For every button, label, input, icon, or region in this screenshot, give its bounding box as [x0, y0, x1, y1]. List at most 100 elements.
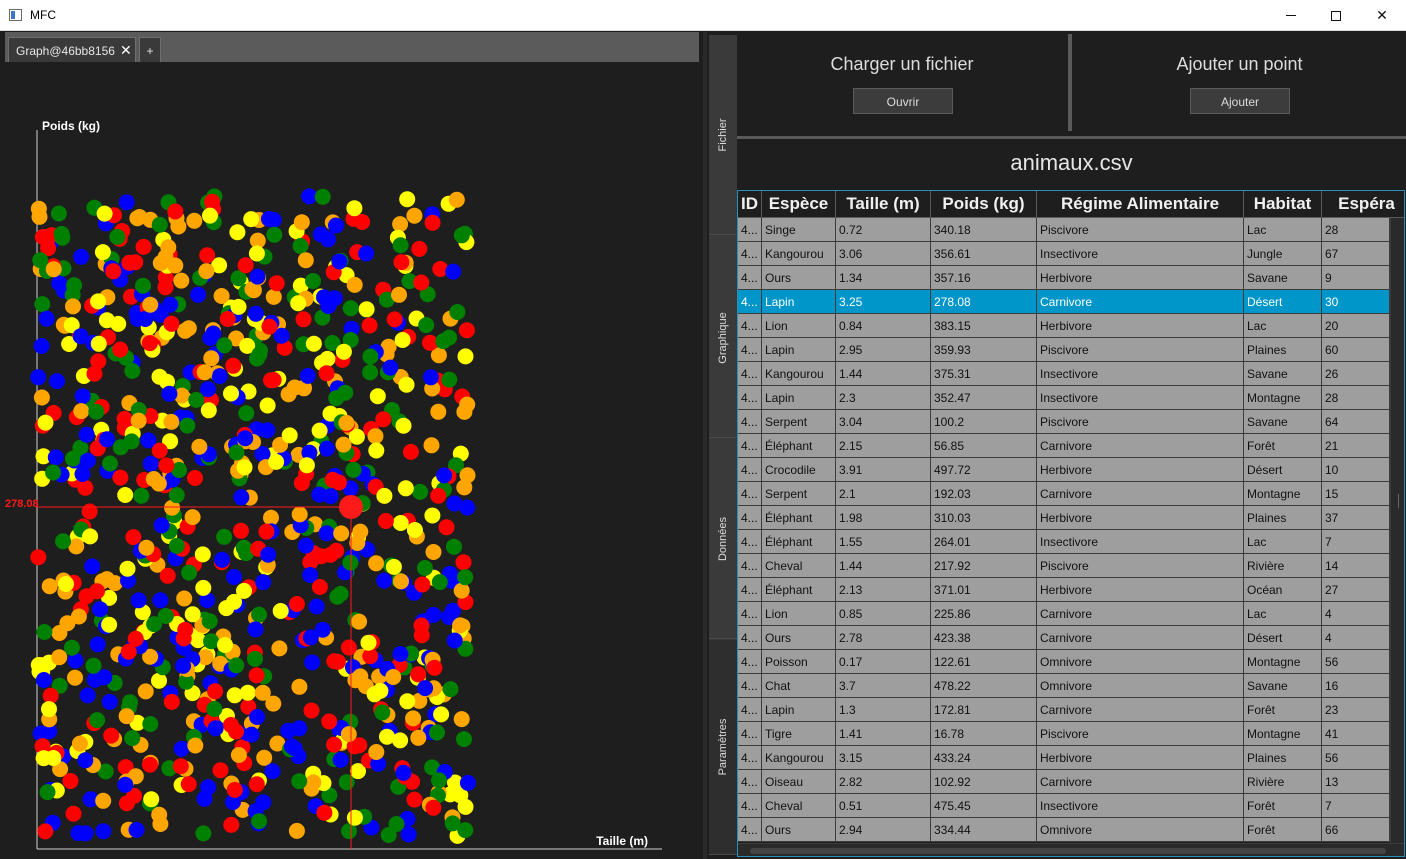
table-row[interactable]: 4... Kangourou 3.15 433.24 Herbivore Plaines 5… [738, 746, 1390, 770]
data-point [73, 248, 90, 265]
table-row[interactable]: 4... Chat 3.7 478.22 Omnivore Savane 16 [738, 674, 1390, 698]
data-point [203, 633, 220, 650]
column-header-esperance[interactable]: Espéra [1322, 191, 1404, 218]
split-pane-divider[interactable] [703, 32, 707, 859]
data-point [150, 475, 167, 492]
data-point [142, 296, 159, 313]
data-point [362, 648, 379, 665]
table-row[interactable]: 4... Ours 1.34 357.16 Herbivore Savane 9 [738, 266, 1390, 290]
data-point [457, 822, 474, 839]
data-point [303, 702, 320, 719]
open-file-button[interactable]: Ouvrir [853, 88, 953, 114]
column-header-taille[interactable]: Taille (m) [836, 191, 931, 218]
table-cell-id: 4... [738, 290, 762, 314]
data-point [163, 315, 180, 332]
table-row[interactable]: 4... Éléphant 1.98 310.03 Herbivore Plaines 37 [738, 506, 1390, 530]
data-point [298, 457, 315, 474]
table-cell-id: 4... [738, 482, 762, 506]
column-header-espece[interactable]: Espèce [762, 191, 836, 218]
maximize-button[interactable] [1313, 0, 1359, 31]
table-row[interactable]: 4... Lion 0.84 383.15 Herbivore Lac 20 [738, 314, 1390, 338]
table-row[interactable]: 4... Éléphant 2.13 371.01 Herbivore Océan 27 [738, 578, 1390, 602]
horizontal-scrollbar[interactable] [738, 843, 1404, 856]
table-row[interactable]: 4... Éléphant 2.15 56.85 Carnivore Forêt 21 [738, 434, 1390, 458]
data-point [368, 442, 385, 459]
column-header-id[interactable]: ID [738, 191, 762, 218]
data-point [456, 479, 473, 496]
data-point [194, 546, 211, 563]
data-point [291, 678, 308, 695]
data-point [142, 455, 159, 472]
data-point [455, 554, 472, 571]
tab-graph[interactable]: Graph@46bb8156 ✕ [8, 37, 136, 62]
table-row[interactable]: 4... Serpent 3.04 100.2 Piscivore Savane 64 [738, 410, 1390, 434]
data-table[interactable]: ID Espèce Taille (m) Poids (kg) Régime Alime… [737, 190, 1405, 857]
table-cell-espece: Ours [762, 626, 836, 650]
table-row[interactable]: 4... Kangourou 3.06 356.61 Insectivore Jungle… [738, 242, 1390, 266]
data-point [173, 272, 190, 289]
table-row[interactable]: 4... Kangourou 1.44 375.31 Insectivore Savane… [738, 362, 1390, 386]
column-header-poids[interactable]: Poids (kg) [931, 191, 1037, 218]
table-row[interactable]: 4... Oiseau 2.82 102.92 Carnivore Rivière 13 [738, 770, 1390, 794]
data-point [392, 216, 409, 233]
table-row[interactable]: 4... Cheval 1.44 217.92 Piscivore Rivière 14 [738, 554, 1390, 578]
table-cell-esperance: 16 [1322, 674, 1390, 698]
data-point [377, 513, 394, 529]
minimize-button[interactable] [1268, 0, 1314, 31]
table-row-selected[interactable]: 4... Lapin 3.25 278.08 Carnivore Désert 30 [738, 290, 1390, 314]
side-tab-donnees[interactable]: Données [709, 439, 737, 639]
table-row[interactable]: 4... Éléphant 1.55 264.01 Insectivore Lac 7 [738, 530, 1390, 554]
data-point [95, 823, 112, 840]
table-row[interactable]: 4... Singe 0.72 340.18 Piscivore Lac 28 [738, 218, 1390, 242]
vertical-scrollbar[interactable] [1390, 218, 1404, 844]
data-point [96, 669, 113, 686]
add-point-button[interactable]: Ajouter [1190, 88, 1290, 114]
data-point [410, 666, 427, 683]
column-header-regime[interactable]: Régime Alimentaire [1037, 191, 1244, 218]
side-tab-fichier[interactable]: Fichier [709, 35, 737, 235]
table-row[interactable]: 4... Lion 0.85 225.86 Carnivore Lac 4 [738, 602, 1390, 626]
column-header-habitat[interactable]: Habitat [1244, 191, 1322, 218]
data-point [133, 487, 150, 504]
data-point [196, 364, 213, 381]
data-point [448, 191, 465, 208]
table-cell-taille: 2.78 [836, 626, 931, 650]
table-row[interactable]: 4... Ours 2.78 423.38 Carnivore Désert 4 [738, 626, 1390, 650]
table-row[interactable]: 4... Tigre 1.41 16.78 Piscivore Montagne 41 [738, 722, 1390, 746]
x-axis-label: Taille (m) [596, 834, 648, 848]
table-row[interactable]: 4... Serpent 2.1 192.03 Carnivore Montagne 15 [738, 482, 1390, 506]
table-cell-regime: Carnivore [1037, 434, 1244, 458]
table-cell-espece: Serpent [762, 410, 836, 434]
table-cell-habitat: Lac [1244, 218, 1322, 242]
table-cell-poids: 352.47 [931, 386, 1037, 410]
side-tab-parametres[interactable]: Paramètres [709, 640, 737, 855]
horizontal-scroll-thumb[interactable] [750, 848, 1386, 854]
table-row[interactable]: 4... Crocodile 3.91 497.72 Herbivore Désert 10 [738, 458, 1390, 482]
data-point [135, 277, 151, 294]
data-point [397, 480, 414, 497]
tab-close-icon[interactable]: ✕ [120, 42, 132, 59]
table-row[interactable]: 4... Poisson 0.17 122.61 Omnivore Montagne 56 [738, 650, 1390, 674]
data-point [392, 237, 409, 254]
vertical-scroll-thumb[interactable] [1398, 494, 1402, 508]
data-point [247, 305, 264, 322]
table-cell-espece: Lion [762, 602, 836, 626]
table-row[interactable]: 4... Lapin 2.95 359.93 Piscivore Plaines 60 [738, 338, 1390, 362]
table-cell-espece: Crocodile [762, 458, 836, 482]
data-point [39, 784, 56, 801]
data-point [318, 440, 335, 457]
data-point [266, 226, 283, 243]
data-point [417, 680, 434, 697]
table-cell-esperance: 7 [1322, 794, 1390, 818]
table-row[interactable]: 4... Cheval 0.51 475.45 Insectivore Forêt 7 [738, 794, 1390, 818]
table-cell-habitat: Lac [1244, 530, 1322, 554]
scatter-chart[interactable]: Poids (kg)Taille (m)278.083.25 [0, 92, 700, 857]
close-button[interactable]: ✕ [1359, 0, 1405, 31]
panel-divider [1068, 34, 1072, 131]
table-row[interactable]: 4... Lapin 2.3 352.47 Insectivore Montagne 28 [738, 386, 1390, 410]
table-row[interactable]: 4... Ours 2.94 334.44 Omnivore Forêt 66 [738, 818, 1390, 842]
table-row[interactable]: 4... Lapin 1.3 172.81 Carnivore Forêt 23 [738, 698, 1390, 722]
data-point [425, 544, 442, 560]
side-tab-graphique[interactable]: Graphique [709, 238, 737, 438]
add-tab-button[interactable]: + [139, 37, 161, 62]
